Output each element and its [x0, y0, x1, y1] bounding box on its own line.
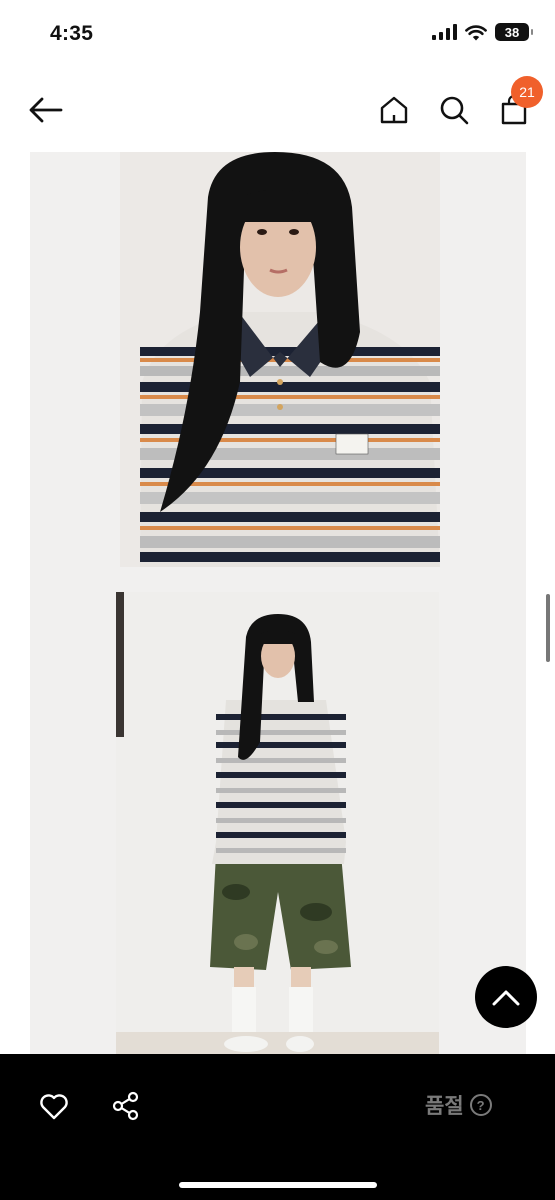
bottom-action-bar: 품절 ?	[0, 1054, 555, 1200]
product-image-gallery	[30, 152, 526, 1054]
back-button[interactable]	[28, 92, 64, 128]
scrollbar[interactable]	[546, 594, 550, 662]
battery-icon: 38	[495, 23, 533, 41]
model-closeup-photo	[120, 152, 440, 567]
like-button[interactable]	[34, 1086, 74, 1126]
cart-count-badge[interactable]: 21	[511, 76, 543, 108]
search-icon	[440, 96, 469, 125]
back-arrow-icon	[29, 97, 63, 123]
wifi-icon	[465, 24, 487, 40]
search-button[interactable]	[436, 92, 472, 128]
status-icons: 38	[432, 23, 533, 41]
top-nav	[0, 80, 555, 140]
scroll-to-top-button[interactable]	[475, 966, 537, 1028]
heart-icon	[40, 1093, 68, 1119]
status-time: 4:35	[50, 22, 94, 45]
battery-level: 38	[504, 24, 520, 40]
share-button[interactable]	[106, 1086, 146, 1126]
status-bar: 4:35 38	[0, 0, 555, 70]
sold-out-status: 품절 ?	[425, 1090, 492, 1120]
sold-out-label: 품절	[425, 1095, 464, 1118]
home-icon	[380, 96, 408, 124]
model-fullbody-photo	[116, 592, 439, 1054]
chevron-up-icon	[492, 990, 520, 1006]
home-button[interactable]	[376, 92, 412, 128]
help-icon[interactable]: ?	[469, 1094, 492, 1116]
signal-icon	[432, 24, 457, 40]
home-indicator	[179, 1182, 377, 1188]
share-icon	[112, 1091, 139, 1121]
